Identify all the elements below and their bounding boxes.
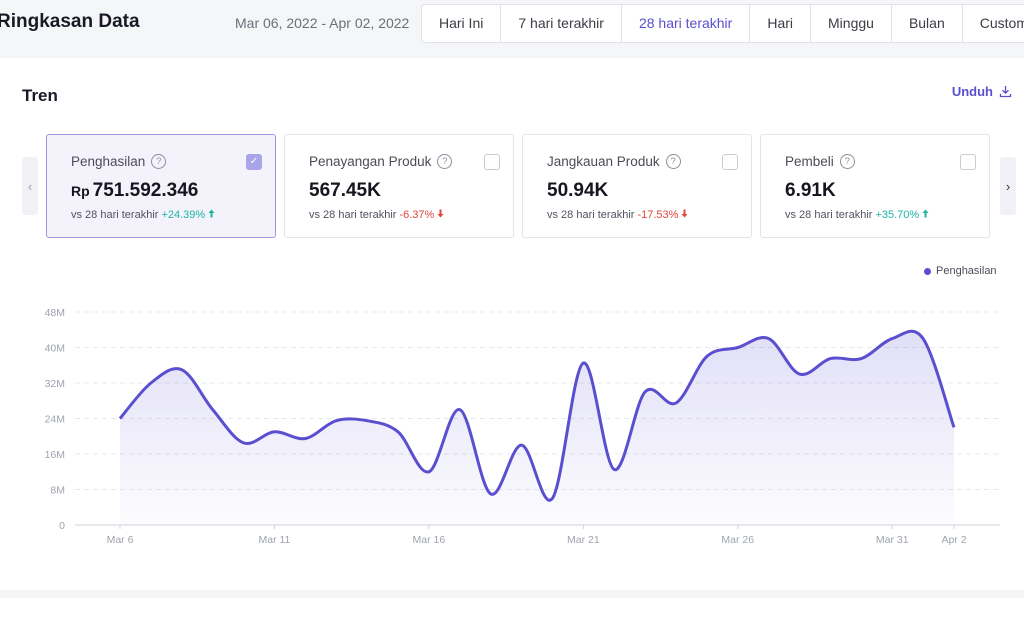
- metric-card-penghasilan[interactable]: Penghasilan? ✓ Rp 751.592.346 vs 28 hari ter…: [46, 134, 276, 238]
- arrow-down-icon: [437, 209, 444, 218]
- filter-7-hari-terakhir[interactable]: 7 hari terakhir: [501, 5, 622, 42]
- help-icon[interactable]: ?: [437, 154, 453, 169]
- metric-value-text: 50.94K: [547, 180, 609, 201]
- section-title: Tren: [22, 86, 58, 105]
- y-tick-label: 16M: [45, 449, 65, 461]
- delta-value: +35.70%: [875, 209, 929, 221]
- trend-panel: Tren Unduh ‹ › Penghasilan? ✓ Rp 751.592.34…: [0, 58, 1024, 590]
- filter-hari-ini[interactable]: Hari Ini: [422, 5, 502, 42]
- x-tick-label: Mar 26: [721, 534, 754, 546]
- metric-label: Jangkauan Produk?: [547, 154, 681, 169]
- metric-compare: vs 28 hari terakhir -6.37%: [309, 209, 444, 221]
- metric-checkbox[interactable]: ✓: [246, 154, 262, 170]
- y-tick-label: 8M: [50, 485, 65, 497]
- metric-value-text: 751.592.346: [92, 180, 199, 201]
- chart-legend: Penghasilan: [924, 265, 997, 277]
- filter-bulan[interactable]: Bulan: [892, 5, 963, 42]
- metric-checkbox[interactable]: [484, 154, 500, 170]
- y-tick-label: 0: [59, 520, 65, 532]
- metric-checkbox[interactable]: [722, 154, 738, 170]
- chevron-left-icon: ‹: [27, 178, 33, 194]
- metric-compare: vs 28 hari terakhir +35.70%: [785, 209, 929, 221]
- carousel-next-button[interactable]: ›: [1000, 157, 1016, 215]
- metric-compare: vs 28 hari terakhir -17.53%: [547, 209, 688, 221]
- filter-hari[interactable]: Hari: [750, 5, 812, 42]
- metric-value: 6.91K: [785, 180, 836, 202]
- help-icon[interactable]: ?: [839, 154, 855, 169]
- next-section: [0, 598, 1024, 628]
- compare-label: vs 28 hari terakhir: [309, 209, 397, 221]
- trend-chart: 0 8M 16M 24M 32M 40M 48M Mar 6 Mar 11 Mar 16 Mar 2…: [45, 307, 1000, 546]
- arrow-up-icon: [922, 209, 929, 218]
- y-tick-label: 48M: [45, 307, 65, 319]
- legend-label: Penghasilan: [936, 265, 997, 277]
- x-tick-label: Mar 31: [876, 534, 909, 546]
- metric-label-text: Jangkauan Produk: [547, 154, 660, 169]
- legend-dot-icon: [924, 267, 931, 275]
- y-tick-label: 24M: [45, 414, 65, 426]
- x-tick-label: Mar 21: [567, 534, 600, 546]
- metric-card-jangkauan-produk[interactable]: Jangkauan Produk? 50.94K vs 28 hari terakh…: [522, 134, 752, 238]
- compare-label: vs 28 hari terakhir: [547, 209, 635, 221]
- metric-value-text: 567.45K: [309, 180, 381, 201]
- metric-card-pembeli[interactable]: Pembeli? 6.91K vs 28 hari terakhir +35.70%: [760, 134, 990, 238]
- y-tick-label: 32M: [45, 378, 65, 390]
- compare-label: vs 28 hari terakhir: [71, 209, 159, 221]
- metric-checkbox[interactable]: [960, 154, 976, 170]
- metric-label-text: Pembeli: [785, 154, 834, 169]
- x-tick-label: Apr 2: [941, 534, 966, 546]
- delta-value: -6.37%: [399, 209, 444, 221]
- compare-label: vs 28 hari terakhir: [785, 209, 873, 221]
- y-tick-label: 40M: [45, 343, 65, 355]
- x-tick-label: Mar 6: [107, 534, 134, 546]
- help-icon[interactable]: ?: [151, 154, 167, 169]
- page-title: Ringkasan Data: [0, 11, 140, 32]
- metric-card-penayangan-produk[interactable]: Penayangan Produk? 567.45K vs 28 hari tera…: [284, 134, 514, 238]
- currency-prefix: Rp: [71, 183, 90, 199]
- metric-label: Penghasilan?: [71, 154, 167, 169]
- x-tick-label: Mar 11: [258, 534, 290, 546]
- metric-label-text: Penghasilan: [71, 154, 146, 169]
- arrow-down-icon: [681, 209, 688, 218]
- download-button[interactable]: Unduh: [952, 84, 1012, 99]
- metric-label: Pembeli?: [785, 154, 855, 169]
- chevron-right-icon: ›: [1005, 178, 1011, 194]
- x-tick-label: Mar 16: [413, 534, 446, 546]
- metric-label: Penayangan Produk?: [309, 154, 453, 169]
- delta-value: -17.53%: [637, 209, 688, 221]
- carousel-prev-button[interactable]: ‹: [22, 157, 38, 215]
- help-icon[interactable]: ?: [665, 154, 681, 169]
- metric-value: 50.94K: [547, 180, 608, 202]
- date-filter-group: Hari Ini 7 hari terakhir 28 hari terakhir H…: [421, 4, 1024, 43]
- download-label: Unduh: [951, 84, 993, 99]
- metric-label-text: Penayangan Produk: [309, 154, 432, 169]
- date-range: Mar 06, 2022 - Apr 02, 2022: [235, 15, 410, 31]
- header-bar: Ringkasan Data Mar 06, 2022 - Apr 02, 20…: [0, 0, 1024, 50]
- metric-value-text: 6.91K: [785, 180, 836, 201]
- metric-compare: vs 28 hari terakhir +24.39%: [71, 209, 215, 221]
- metric-value: Rp 751.592.346: [71, 180, 198, 202]
- filter-28-hari-terakhir[interactable]: 28 hari terakhir: [622, 5, 751, 42]
- filter-custom[interactable]: Custom: [963, 5, 1024, 42]
- metric-value: 567.45K: [309, 180, 381, 202]
- filter-minggu[interactable]: Minggu: [811, 5, 892, 42]
- download-icon: [999, 86, 1012, 98]
- arrow-up-icon: [208, 209, 215, 218]
- delta-value: +24.39%: [161, 209, 215, 221]
